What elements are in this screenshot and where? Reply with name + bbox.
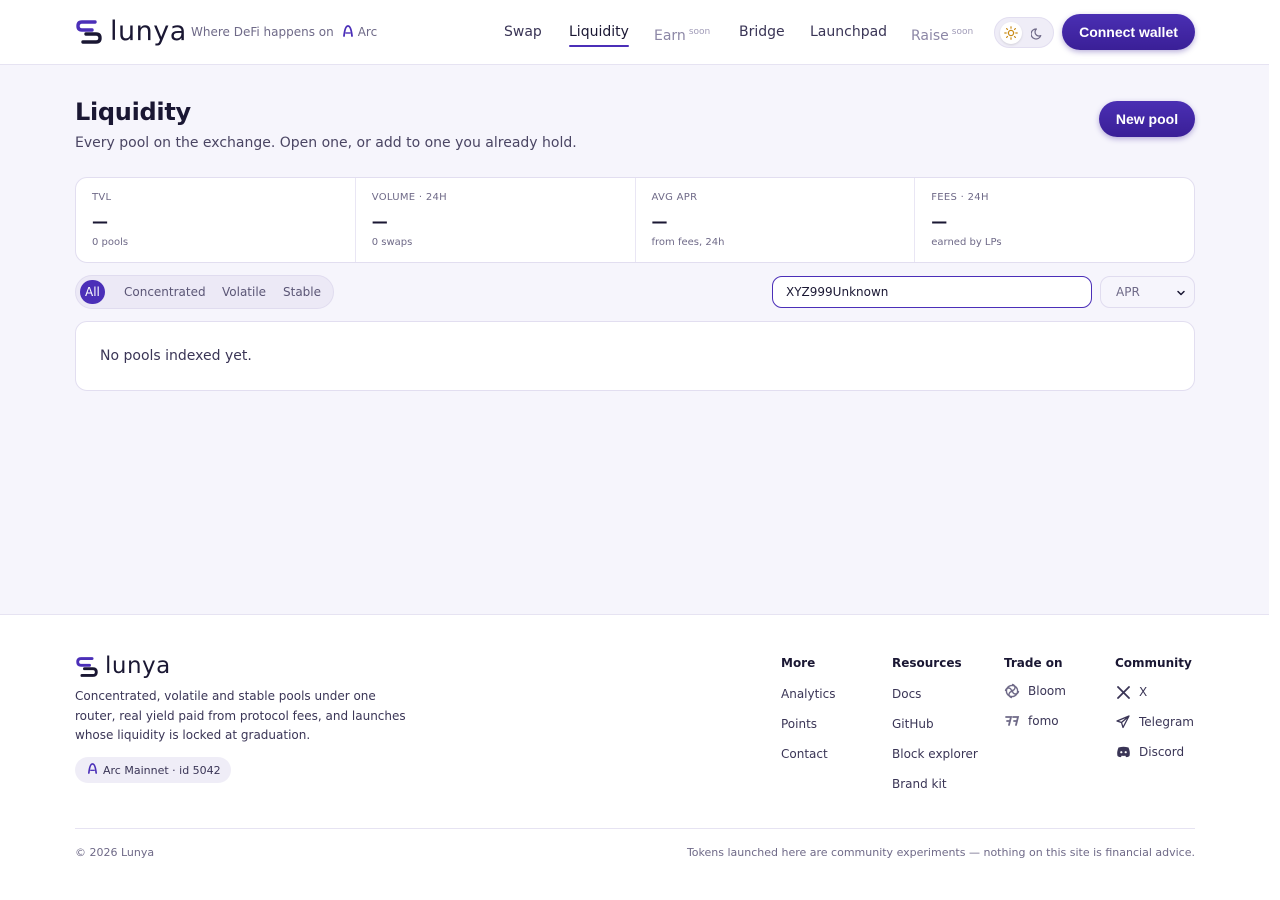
stat-value: —	[92, 212, 108, 231]
soon-badge: soon	[688, 27, 711, 37]
telegram-icon	[1115, 714, 1131, 730]
chevron-down-icon	[1176, 287, 1186, 301]
sort-select-value: APR	[1116, 285, 1140, 299]
stat-sub: from fees, 24h	[651, 237, 725, 248]
stat-fees: FEES · 24H — earned by LPs	[915, 178, 1194, 262]
empty-state-text: No pools indexed yet.	[100, 348, 252, 364]
stat-avg-apr: AVG APR — from fees, 24h	[636, 178, 916, 262]
footer-link-fomo[interactable]: fomo	[1004, 713, 1059, 729]
discord-icon	[1115, 744, 1131, 760]
footer-link-label: Discord	[1139, 745, 1185, 759]
nav-raise-label: Raise	[911, 28, 949, 44]
connect-wallet-button[interactable]: Connect wallet	[1062, 14, 1195, 50]
disclaimer-text: Tokens launched here are community exper…	[686, 846, 1195, 859]
footer-description: Concentrated, volatile and stable pools …	[75, 689, 406, 742]
stat-sub: earned by LPs	[931, 237, 1002, 248]
filter-volatile[interactable]: Volatile	[217, 280, 271, 304]
soon-badge: soon	[951, 27, 974, 37]
stat-volume: VOLUME · 24H — 0 swaps	[356, 178, 636, 262]
nav-swap[interactable]: Swap	[504, 22, 542, 46]
footer-col-community: Community X Telegram Discord	[1115, 656, 1194, 759]
pool-search-input[interactable]	[772, 276, 1092, 308]
stats-panel: TVL — 0 pools VOLUME · 24H — 0 swaps AVG…	[75, 177, 1195, 263]
footer-divider	[75, 828, 1195, 829]
network-name: Arc	[357, 25, 378, 39]
page-subtitle: Every pool on the exchange. Open one, or…	[75, 135, 577, 151]
nav-liquidity[interactable]: Liquidity	[569, 22, 629, 47]
brand-wordmark: lunya	[110, 16, 187, 47]
nav-liquidity-label: Liquidity	[569, 24, 629, 40]
nav-earn[interactable]: Earn soon	[654, 22, 710, 46]
x-icon	[1115, 684, 1131, 700]
footer-link-points[interactable]: Points	[781, 717, 817, 731]
network-badge-text: Arc Mainnet · id 5042	[103, 763, 221, 777]
new-pool-button[interactable]: New pool	[1099, 101, 1195, 137]
nav-earn-label: Earn	[654, 28, 686, 44]
footer-col-resources: Resources Docs GitHub Block explorer Bra…	[892, 656, 978, 791]
stat-label: AVG APR	[651, 192, 698, 203]
footer-link-label: fomo	[1028, 714, 1059, 728]
scrollbar-track[interactable]	[1269, 0, 1280, 900]
stat-value: —	[651, 212, 668, 231]
footer-link-analytics[interactable]: Analytics	[781, 687, 836, 701]
nav-bridge-label: Bridge	[739, 24, 785, 40]
sun-icon[interactable]	[1000, 22, 1022, 44]
arc-logo-icon	[87, 763, 98, 777]
footer-link-bloom[interactable]: Bloom	[1004, 683, 1066, 699]
footer-link-github[interactable]: GitHub	[892, 717, 934, 731]
nav-launchpad-label: Launchpad	[810, 24, 888, 40]
footer-link-contact[interactable]: Contact	[781, 747, 828, 761]
stat-value: —	[371, 212, 388, 231]
brand-wordmark: lunya	[105, 653, 171, 679]
pool-type-filter: All Concentrated Volatile Stable	[75, 275, 334, 309]
stat-value: —	[931, 212, 948, 231]
footer-col-title: Trade on	[1004, 656, 1063, 670]
footer-link-docs[interactable]: Docs	[892, 687, 921, 701]
footer-link-discord[interactable]: Discord	[1115, 744, 1184, 760]
top-header: lunya Where DeFi happens on Arc Swap Liq…	[0, 0, 1269, 65]
network-badge: Arc Mainnet · id 5042	[75, 757, 231, 783]
brand-logo[interactable]: lunya	[75, 18, 187, 45]
nav-swap-label: Swap	[504, 24, 542, 40]
footer-col-title: Community	[1115, 656, 1192, 670]
stat-sub: 0 pools	[92, 237, 129, 248]
footer-link-label: X	[1139, 685, 1148, 699]
filter-concentrated[interactable]: Concentrated	[119, 280, 211, 304]
stat-label: TVL	[92, 192, 112, 203]
footer-link-label: Telegram	[1139, 715, 1194, 729]
footer-col-title: More	[781, 656, 816, 670]
arc-logo-icon	[342, 24, 354, 40]
stat-label: VOLUME · 24H	[371, 192, 448, 203]
footer-col-more: More Analytics Points Contact	[781, 656, 836, 761]
filter-all[interactable]: All	[80, 280, 105, 304]
footer-col-title: Resources	[892, 656, 962, 670]
stat-tvl: TVL — 0 pools	[76, 178, 356, 262]
pool-list: No pools indexed yet.	[75, 321, 1195, 391]
footer-link-telegram[interactable]: Telegram	[1115, 714, 1194, 730]
nav-launchpad[interactable]: Launchpad	[810, 22, 887, 46]
stat-sub: 0 swaps	[371, 237, 413, 248]
footer-col-trade-on: Trade on Bloom fomo	[1004, 656, 1066, 728]
sort-select[interactable]: APR	[1100, 276, 1195, 308]
footer-link-brand-kit[interactable]: Brand kit	[892, 777, 947, 791]
site-footer: lunya Concentrated, volatile and stable …	[0, 614, 1269, 900]
filter-stable[interactable]: Stable	[278, 280, 326, 304]
footer-link-x[interactable]: X	[1115, 684, 1147, 700]
footer-logo[interactable]: lunya	[75, 655, 171, 678]
stat-label: FEES · 24H	[931, 192, 989, 203]
footer-link-block-explorer[interactable]: Block explorer	[892, 747, 978, 761]
fomo-icon	[1004, 713, 1020, 729]
tagline-text: Where DeFi happens on	[191, 25, 334, 39]
lunya-logo-icon	[76, 656, 98, 677]
nav-bridge[interactable]: Bridge	[739, 22, 785, 46]
theme-toggle[interactable]	[994, 17, 1054, 48]
footer-link-label: Bloom	[1028, 684, 1066, 698]
page-title: Liquidity	[75, 98, 191, 126]
bloom-icon	[1004, 683, 1020, 699]
lunya-logo-icon	[76, 19, 102, 44]
copyright-text: © 2026 Lunya	[75, 846, 155, 859]
nav-raise[interactable]: Raise soon	[911, 22, 973, 46]
moon-icon[interactable]	[1026, 22, 1048, 44]
tagline: Where DeFi happens on Arc	[191, 24, 377, 40]
